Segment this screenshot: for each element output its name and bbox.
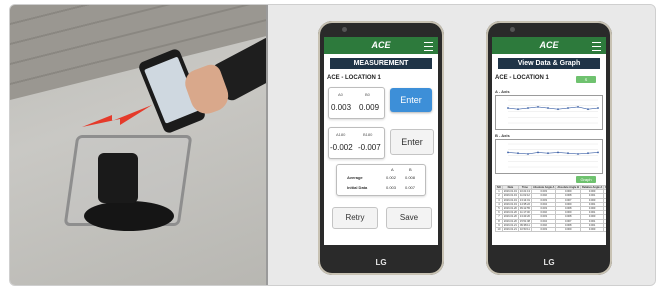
chart-b-plot: [507, 143, 599, 168]
table-cell: 15:51:08: [517, 218, 532, 224]
value-b0: 0.009: [359, 103, 380, 112]
data-point: [537, 106, 539, 108]
value-a0: 0.003: [331, 103, 352, 112]
composite-figure: ACE MEASUREMENT ACE - LOCATION 1 A0 B0 0…: [9, 4, 656, 286]
chart-a-axis: [495, 95, 603, 130]
enter-button-0[interactable]: Enter: [390, 88, 432, 112]
data-table: NO Date Time Absolute Angle A Absolute Angle…: [495, 184, 606, 233]
table-cell: 11:02:12: [517, 193, 532, 199]
brand-logo: LG: [375, 258, 387, 267]
data-point: [587, 152, 589, 155]
field-photo: [10, 5, 266, 285]
summary-row-a: 0.003: [386, 185, 397, 190]
reading-card-0: A0 B0 0.003 0.009: [328, 87, 385, 119]
hamburger-menu-icon[interactable]: [592, 42, 601, 51]
table-cell: 2016.01.19: [501, 201, 519, 208]
data-point: [507, 107, 509, 109]
summary-col-b: B: [409, 167, 412, 172]
table-cell: 0.000: [603, 227, 606, 233]
screen-measurement: ACE MEASUREMENT ACE - LOCATION 1 A0 B0 0…: [324, 37, 438, 245]
summary-card: A B Average 0.002 0.008 Initial Data 0.0…: [336, 164, 426, 196]
app-bar: ACE: [492, 37, 606, 54]
enter-button-180[interactable]: Enter: [390, 129, 434, 155]
chart-b-label: B - Axis: [495, 133, 510, 138]
graph-toggle-button[interactable]: Graph: [576, 176, 596, 183]
retry-button[interactable]: Retry: [332, 207, 378, 229]
screen-data-graph: ACE View Data & Graph ACE - LOCATION 1 S…: [492, 37, 606, 245]
table-cell: 0.000: [579, 227, 605, 233]
table-cell: 2016.01.21: [501, 222, 519, 229]
table-cell: 13:14:01: [517, 197, 532, 203]
summary-row-b: 0.007: [405, 185, 416, 190]
data-point: [567, 107, 569, 109]
table-cell: 09:38:11: [517, 222, 532, 229]
label-b180: B180: [363, 132, 373, 137]
data-point: [517, 152, 519, 155]
table-cell: 2016.01.19: [501, 193, 519, 199]
data-point: [597, 151, 599, 154]
front-camera: [510, 27, 515, 32]
data-point: [517, 108, 519, 111]
reading-card-180: A180 B180 -0.002 -0.007: [328, 127, 385, 159]
page-title: View Data & Graph: [498, 58, 600, 69]
chart-a-plot: [507, 99, 599, 124]
data-point: [547, 107, 549, 109]
app-logo: ACE: [539, 40, 559, 50]
mounting-base: [84, 201, 174, 231]
label-a180: A180: [336, 132, 346, 137]
series-line: [507, 106, 599, 110]
table-cell: 14:35:22: [517, 201, 532, 208]
data-point: [587, 108, 589, 111]
series-line: [507, 152, 599, 155]
page-title: MEASUREMENT: [330, 58, 432, 69]
table-cell: 10: [495, 227, 503, 233]
app-bar: ACE: [324, 37, 438, 54]
data-point: [547, 152, 549, 155]
wireless-signal-icon: [82, 105, 152, 127]
summary-row-label: Initial Data: [347, 185, 368, 190]
location-action-button[interactable]: S: [576, 76, 596, 83]
table-cell: 0.009: [555, 227, 581, 233]
table-row[interactable]: 102016.01.2110:53:110.0030.0090.0000.000: [495, 227, 606, 233]
data-point: [527, 153, 529, 155]
data-point: [567, 152, 569, 155]
label-b0: B0: [365, 92, 370, 97]
front-camera: [342, 27, 347, 32]
data-point: [577, 106, 579, 108]
data-point: [557, 108, 559, 111]
table-cell: 2016.01.19: [501, 197, 519, 203]
summary-row-label: Average: [347, 175, 363, 180]
location-label: ACE - LOCATION 1: [327, 75, 381, 81]
value-b180: -0.007: [358, 143, 381, 152]
data-point: [557, 151, 559, 154]
label-a0: A0: [338, 92, 343, 97]
table-cell: 10:53:11: [517, 227, 532, 233]
data-point: [597, 107, 599, 109]
app-logo: ACE: [371, 40, 391, 50]
save-button[interactable]: Save: [386, 207, 432, 229]
chart-b-axis: [495, 139, 603, 174]
tilt-sensor: [98, 153, 138, 203]
data-point: [577, 153, 579, 155]
data-point: [507, 151, 509, 154]
table-cell: 2016.01.20: [501, 214, 519, 220]
value-a180: -0.002: [330, 143, 353, 152]
phone-measurement: ACE MEASUREMENT ACE - LOCATION 1 A0 B0 0…: [318, 21, 444, 275]
chart-a-label: A - Axis: [495, 89, 510, 94]
summary-row-a: 0.002: [386, 175, 397, 180]
table-cell: 2016.01.20: [501, 218, 519, 224]
phone-data-graph: ACE View Data & Graph ACE - LOCATION 1 S…: [486, 21, 612, 275]
screens-panel: ACE MEASUREMENT ACE - LOCATION 1 A0 B0 0…: [268, 5, 655, 285]
table-cell: 0.003: [530, 227, 557, 233]
table-cell: 2016.01.21: [501, 227, 519, 233]
summary-row-b: 0.008: [405, 175, 416, 180]
hamburger-menu-icon[interactable]: [424, 42, 433, 51]
data-point: [537, 151, 539, 154]
table-body: 12016.01.1910:21:130.0030.0090.0000.0002…: [495, 189, 606, 233]
data-point: [527, 107, 529, 109]
table-cell: 13:43:20: [517, 214, 532, 220]
summary-col-a: A: [391, 167, 394, 172]
brand-logo: LG: [543, 258, 555, 267]
